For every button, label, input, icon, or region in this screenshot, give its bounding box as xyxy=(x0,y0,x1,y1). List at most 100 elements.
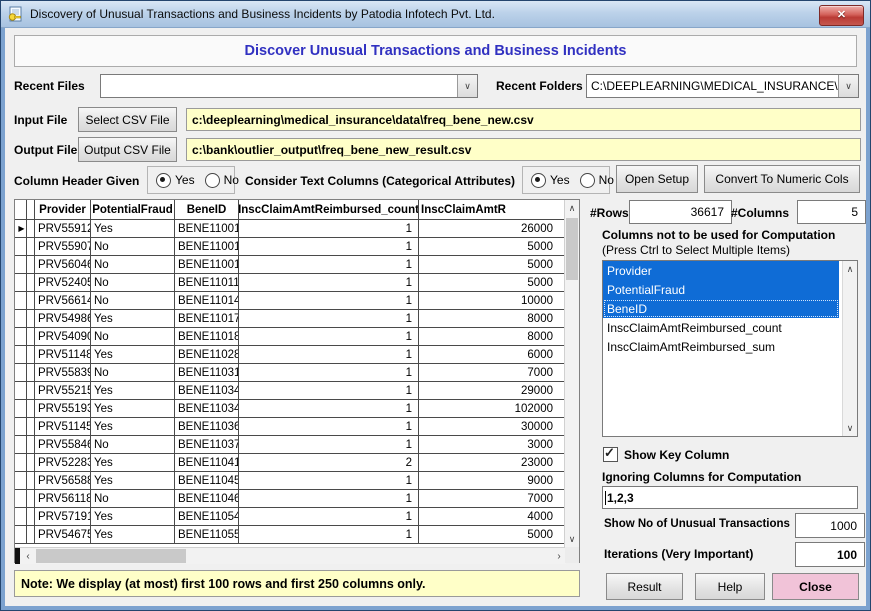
row-selector-cell[interactable] xyxy=(15,274,27,292)
table-cell[interactable]: BENE11034 xyxy=(175,382,239,400)
table-cell[interactable]: 7000 xyxy=(419,490,566,508)
grid-vertical-scrollbar[interactable]: ∧ ∨ xyxy=(564,200,579,547)
table-row[interactable]: PRV55215YesBENE11034129000 xyxy=(15,382,566,400)
column-header-yes-radio[interactable]: Yes xyxy=(156,173,195,188)
listbox-scrollbar[interactable]: ∧ ∨ xyxy=(842,261,857,436)
row-selector-cell[interactable]: ▶ xyxy=(15,220,27,238)
scroll-left-icon[interactable]: ‹ xyxy=(21,548,35,564)
show-key-column-checkbox[interactable]: Show Key Column xyxy=(603,447,729,462)
table-cell[interactable]: 1 xyxy=(239,400,419,418)
table-cell[interactable]: BENE11046 xyxy=(175,490,239,508)
column-header-radio-group[interactable]: Yes No xyxy=(147,166,235,194)
table-cell[interactable] xyxy=(27,418,35,436)
titlebar[interactable]: Discovery of Unusual Transactions and Bu… xyxy=(1,1,870,28)
consider-text-yes-radio[interactable]: Yes xyxy=(531,173,570,188)
table-cell[interactable]: 1 xyxy=(239,220,419,238)
table-cell[interactable] xyxy=(27,346,35,364)
chevron-down-icon[interactable]: ∨ xyxy=(838,75,858,97)
table-cell[interactable]: PRV56588 xyxy=(35,472,91,490)
close-window-button[interactable]: ✕ xyxy=(819,5,864,26)
table-cell[interactable]: 5000 xyxy=(419,238,566,256)
table-cell[interactable]: 8000 xyxy=(419,328,566,346)
table-row[interactable]: PRV55846NoBENE1103713000 xyxy=(15,436,566,454)
table-cell[interactable]: Yes xyxy=(91,220,175,238)
table-cell[interactable] xyxy=(27,328,35,346)
table-cell[interactable] xyxy=(27,256,35,274)
row-selector-cell[interactable] xyxy=(15,292,27,310)
table-cell[interactable]: 2 xyxy=(239,454,419,472)
row-selector-cell[interactable] xyxy=(15,454,27,472)
row-selector-cell[interactable] xyxy=(15,436,27,454)
columns-count-field[interactable]: 5 xyxy=(797,200,866,224)
scroll-up-icon[interactable]: ∧ xyxy=(565,200,579,216)
table-cell[interactable]: No xyxy=(91,328,175,346)
table-cell[interactable]: PRV54675 xyxy=(35,526,91,544)
table-cell[interactable]: BENE11018 xyxy=(175,328,239,346)
row-selector-cell[interactable] xyxy=(15,238,27,256)
table-cell[interactable]: BENE11036 xyxy=(175,418,239,436)
table-cell[interactable]: PRV56046 xyxy=(35,256,91,274)
table-cell[interactable] xyxy=(27,472,35,490)
convert-to-numeric-button[interactable]: Convert To Numeric Cols xyxy=(704,165,860,193)
table-cell[interactable]: 8000 xyxy=(419,310,566,328)
table-cell[interactable]: Yes xyxy=(91,418,175,436)
table-cell[interactable]: PRV55215 xyxy=(35,382,91,400)
table-cell[interactable]: 1 xyxy=(239,418,419,436)
list-item[interactable]: InscClaimAmtReimbursed_sum xyxy=(603,337,839,356)
table-cell[interactable]: PRV57191 xyxy=(35,508,91,526)
table-row[interactable]: PRV54986YesBENE1101718000 xyxy=(15,310,566,328)
table-cell[interactable]: 1 xyxy=(239,508,419,526)
table-cell[interactable] xyxy=(27,238,35,256)
table-row[interactable]: PRV55839NoBENE1103117000 xyxy=(15,364,566,382)
table-cell[interactable]: 1 xyxy=(239,436,419,454)
table-row[interactable]: PRV51145YesBENE11036130000 xyxy=(15,418,566,436)
unusual-transactions-field[interactable]: 1000 xyxy=(795,513,865,538)
table-row[interactable]: PRV51148YesBENE1102816000 xyxy=(15,346,566,364)
table-cell[interactable] xyxy=(27,274,35,292)
rows-count-field[interactable]: 36617 xyxy=(629,200,732,224)
table-cell[interactable]: PRV51148 xyxy=(35,346,91,364)
table-cell[interactable] xyxy=(27,490,35,508)
row-selector-cell[interactable] xyxy=(15,418,27,436)
table-cell[interactable]: BENE11001 xyxy=(175,220,239,238)
table-cell[interactable]: 5000 xyxy=(419,526,566,544)
table-cell[interactable]: Yes xyxy=(91,472,175,490)
table-cell[interactable]: BENE11017 xyxy=(175,310,239,328)
table-cell[interactable]: 5000 xyxy=(419,256,566,274)
table-cell[interactable]: BENE11031 xyxy=(175,364,239,382)
table-row[interactable]: PRV57191YesBENE1105414000 xyxy=(15,508,566,526)
table-row[interactable]: PRV55907NoBENE1100115000 xyxy=(15,238,566,256)
table-cell[interactable]: 4000 xyxy=(419,508,566,526)
columns-listbox[interactable]: ProviderPotentialFraudBeneIDInscClaimAmt… xyxy=(602,260,858,437)
table-row[interactable]: ▶PRV55912YesBENE11001126000 xyxy=(15,220,566,238)
table-cell[interactable]: 5000 xyxy=(419,274,566,292)
scroll-down-icon[interactable]: ∨ xyxy=(843,420,857,436)
open-setup-button[interactable]: Open Setup xyxy=(616,165,698,193)
list-item[interactable]: Provider xyxy=(603,261,839,280)
table-cell[interactable]: 1 xyxy=(239,256,419,274)
table-cell[interactable] xyxy=(27,454,35,472)
table-row[interactable]: PRV54675YesBENE1105515000 xyxy=(15,526,566,544)
table-cell[interactable]: No xyxy=(91,364,175,382)
row-selector-cell[interactable] xyxy=(15,346,27,364)
table-cell[interactable]: Yes xyxy=(91,400,175,418)
recent-folders-combo[interactable]: C:\DEEPLEARNING\MEDICAL_INSURANCE\D ∨ xyxy=(586,74,859,98)
row-selector-cell[interactable] xyxy=(15,472,27,490)
table-cell[interactable]: 1 xyxy=(239,526,419,544)
table-row[interactable]: PRV56588YesBENE1104519000 xyxy=(15,472,566,490)
table-cell[interactable]: Yes xyxy=(91,508,175,526)
table-cell[interactable]: 3000 xyxy=(419,436,566,454)
table-cell[interactable]: 1 xyxy=(239,490,419,508)
grid-horizontal-scrollbar[interactable]: ‹ › xyxy=(15,547,566,564)
table-cell[interactable]: 6000 xyxy=(419,346,566,364)
table-cell[interactable]: PRV52283 xyxy=(35,454,91,472)
table-row[interactable]: PRV56118NoBENE1104617000 xyxy=(15,490,566,508)
table-cell[interactable]: 1 xyxy=(239,382,419,400)
table-cell[interactable]: 1 xyxy=(239,328,419,346)
table-cell[interactable]: PRV55907 xyxy=(35,238,91,256)
table-row[interactable]: PRV52283YesBENE11041223000 xyxy=(15,454,566,472)
table-cell[interactable]: Yes xyxy=(91,526,175,544)
column-header-no-radio[interactable]: No xyxy=(205,173,239,188)
table-cell[interactable]: Yes xyxy=(91,382,175,400)
table-cell[interactable]: PRV54090 xyxy=(35,328,91,346)
